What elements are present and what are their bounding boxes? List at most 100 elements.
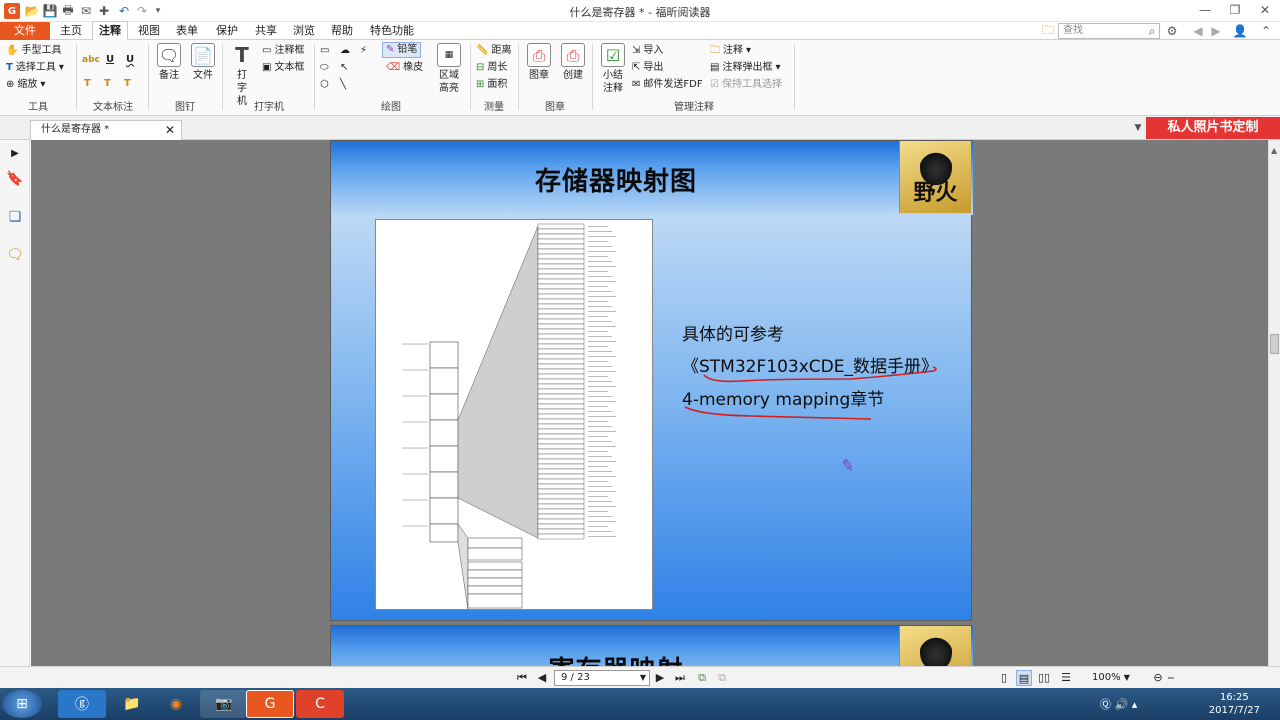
underline-button[interactable]: U (106, 52, 114, 68)
polygon-icon: ⬡ (320, 79, 329, 90)
polyline-icon: ⚡ (360, 45, 368, 56)
cloud-tool[interactable]: ☁ (340, 43, 350, 59)
restore-button[interactable]: ❐ (1220, 0, 1250, 20)
vertical-scrollbar[interactable]: ▲ (1268, 140, 1280, 666)
comment-dropdown[interactable]: 🗀 注释 ▾ (710, 43, 751, 59)
ribbon: ✋ 手型工具 T 选择工具 ▾ ⊕ 缩放 ▾ 工具 abc U U T T T 文本标注 … (0, 40, 1280, 116)
arrow-tool[interactable]: ↖ (340, 60, 348, 76)
pencil-button[interactable]: ✎ 铅笔 (382, 42, 422, 58)
pages-icon[interactable]: ❏ (6, 208, 24, 226)
bookmark-icon[interactable]: 🔖 (6, 170, 24, 188)
tab-home[interactable]: 主页 (54, 22, 88, 40)
perimeter-button[interactable]: ⊟ 周长 (476, 60, 507, 76)
chevron-down-icon: ▾ (775, 62, 781, 73)
facing-page-icon[interactable]: ▯▯ (1036, 670, 1052, 686)
flame-icon (920, 632, 952, 666)
line-tool[interactable]: ╲ (340, 77, 346, 93)
textbox-label: 文本框 (274, 62, 305, 73)
account-icon[interactable]: 👤 (1232, 23, 1248, 39)
start-button[interactable]: ⊞ (2, 690, 42, 718)
close-window-button[interactable]: ✕ (1250, 0, 1280, 20)
tab-form[interactable]: 表单 (170, 22, 204, 40)
tab-help[interactable]: 帮助 (325, 22, 359, 40)
zoom-out-icon[interactable]: ⊖ (1150, 670, 1166, 686)
eraser-button[interactable]: ⌫ 橡皮 (386, 60, 423, 76)
polyline-tool[interactable]: ⚡ (360, 43, 367, 59)
taskbar-app-browser[interactable]: ⓖ (58, 690, 106, 718)
distance-button[interactable]: 📏 距离 (476, 43, 511, 59)
tab-share[interactable]: 共享 (249, 22, 283, 40)
next-view-icon[interactable]: ⧉ (714, 670, 730, 686)
folder-search-icon[interactable]: 🗀 (1040, 23, 1056, 39)
select-tool-button[interactable]: T 选择工具 ▾ (6, 60, 64, 76)
export-button[interactable]: ⇱ 导出 (632, 60, 663, 76)
tab-file[interactable]: 文件 (0, 22, 50, 40)
taskbar-foxit-icon[interactable]: G (246, 690, 294, 718)
summary-button[interactable]: ☑ 小结注释 (598, 43, 628, 95)
tab-protect[interactable]: 保护 (210, 22, 244, 40)
back-icon[interactable]: ◀ (1190, 23, 1206, 39)
tab-features[interactable]: 特色功能 (364, 22, 420, 40)
next-page-icon[interactable]: ▶ (652, 670, 668, 686)
tab-comment[interactable]: 注释 (92, 21, 128, 41)
tab-browse[interactable]: 浏览 (287, 22, 321, 40)
replace-text-button[interactable]: T (104, 76, 111, 92)
file-attach-button[interactable]: 📄 文件 (188, 43, 218, 82)
note-button[interactable]: 🗨 备注 (154, 43, 184, 82)
taskbar-media-icon[interactable]: ◉ (152, 690, 200, 718)
area-button[interactable]: ⊞ 面积 (476, 77, 507, 93)
previous-view-icon[interactable]: ⧉ (694, 670, 710, 686)
scroll-up-icon[interactable]: ▲ (1271, 146, 1277, 155)
close-tab-icon[interactable]: ✕ (165, 121, 175, 139)
document-tab[interactable]: 什么是寄存器 * ✕ (30, 120, 182, 140)
page-number-input[interactable]: 9 / 23 ▼ (554, 670, 650, 686)
strikeout-icon: T (84, 78, 91, 89)
single-page-icon[interactable]: ▯ (996, 670, 1012, 686)
forward-icon[interactable]: ▶ (1208, 23, 1224, 39)
promo-banner[interactable]: 私人照片书定制 (1146, 117, 1280, 139)
document-viewer[interactable]: 存储器映射图 野火 具体的可参考 《STM32F103xCDE_数据手册》 4-… (31, 140, 1268, 666)
divider (518, 44, 519, 110)
comments-panel-icon[interactable]: 🗨 (6, 246, 24, 264)
callout-button[interactable]: ▭ 注释框 (262, 43, 304, 59)
polygon-tool[interactable]: ⬡ (320, 77, 329, 93)
area-highlight-button[interactable]: ▦ 区域高亮 (434, 43, 464, 95)
tray-icons[interactable]: Ⓠ 🔊 ▴ (1100, 696, 1137, 712)
insert-text-button[interactable]: T (124, 76, 131, 92)
document-tab-row: 什么是寄存器 * ✕ ▼ (0, 116, 1280, 140)
squiggly-button[interactable]: U (126, 52, 134, 68)
ribbon-collapse-icon[interactable]: ⌃ (1258, 23, 1274, 39)
keep-tool-checkbox[interactable]: ☑ 保持工具选择 (710, 77, 782, 93)
system-clock[interactable]: 16:25 2017/7/27 (1209, 691, 1260, 717)
zoom-level-dropdown[interactable]: 100% ▼ (1092, 670, 1148, 686)
strikeout-button[interactable]: T (84, 76, 91, 92)
zoom-slider[interactable] (1168, 677, 1174, 679)
first-page-icon[interactable]: ⏮ (514, 670, 530, 686)
create-stamp-button[interactable]: ⎙ 创建 (558, 43, 588, 82)
settings-icon[interactable]: ⚙ (1164, 23, 1180, 39)
textbox-button[interactable]: ▣ 文本框 (262, 60, 304, 76)
hand-tool-button[interactable]: ✋ 手型工具 (6, 43, 61, 59)
search-icon[interactable]: ⌕ (1144, 23, 1160, 39)
oval-tool[interactable]: ⬭ (320, 60, 329, 76)
expand-pane-icon[interactable]: ▶ (6, 144, 24, 162)
popup-dropdown[interactable]: ▤ 注释弹出框 ▾ (710, 60, 780, 76)
last-page-icon[interactable]: ⏭ (672, 670, 688, 686)
taskbar-app-c-icon[interactable]: C (296, 690, 344, 718)
previous-page-icon[interactable]: ◀ (534, 670, 550, 686)
taskbar-explorer-icon[interactable]: 📁 (108, 690, 156, 718)
email-fdf-button[interactable]: ✉ 邮件发送FDF (632, 77, 703, 93)
taskbar-camera-icon[interactable]: 📷 (200, 690, 248, 718)
import-button[interactable]: ⇲ 导入 (632, 43, 663, 59)
tab-list-chevron-icon[interactable]: ▼ (1130, 120, 1146, 136)
highlight-button[interactable]: abc (82, 52, 100, 68)
stamp-button[interactable]: ⎙ 图章 (524, 43, 554, 82)
rectangle-tool[interactable]: ▭ (320, 43, 329, 59)
scrollbar-thumb[interactable] (1270, 334, 1279, 354)
arrow-icon: ↖ (340, 62, 349, 73)
continuous-facing-icon[interactable]: ☰ (1058, 670, 1074, 686)
minimize-button[interactable]: — (1190, 0, 1220, 20)
continuous-page-icon[interactable]: ▤ (1016, 670, 1032, 686)
tab-view[interactable]: 视图 (132, 22, 166, 40)
zoom-tool-button[interactable]: ⊕ 缩放 ▾ (6, 77, 45, 93)
